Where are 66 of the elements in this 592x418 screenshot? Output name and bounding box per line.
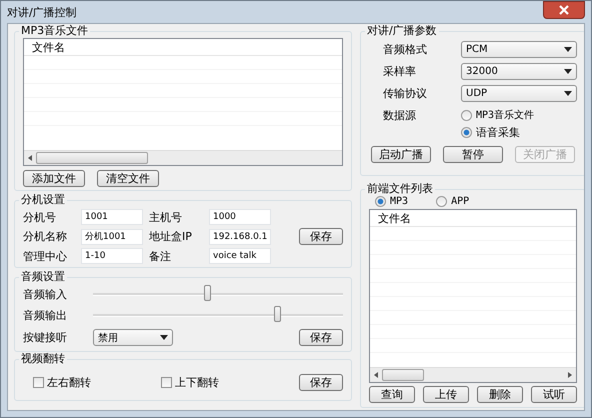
text-field[interactable]: 1001 [81, 209, 143, 225]
scroll-right-icon[interactable] [568, 372, 572, 378]
text-field[interactable]: 1-10 [81, 248, 143, 264]
broadcast-button[interactable]: 暂停 [443, 146, 503, 163]
save-button[interactable]: 保存 [299, 228, 343, 245]
group-title: 分机设置 [20, 193, 66, 207]
list-button[interactable]: 添加文件 [23, 170, 85, 187]
dropdown[interactable]: UDP [461, 84, 577, 102]
field-label: 管理中心 [23, 248, 68, 264]
field-label: 传输协议 [383, 86, 428, 100]
close-icon [558, 5, 570, 15]
close-button[interactable] [543, 1, 585, 19]
group-title: 音频设置 [20, 270, 66, 284]
scroll-left-icon[interactable] [28, 155, 32, 161]
group-title: 对讲/广播参数 [366, 24, 438, 38]
radio-button[interactable]: MP3 [375, 196, 408, 207]
file-list[interactable]: 文件名 [23, 38, 343, 166]
file-button[interactable]: 查询 [369, 386, 415, 403]
field-label: 按键接听 [23, 330, 68, 345]
field-label: 采样率 [383, 64, 417, 78]
file-list[interactable]: 文件名 [369, 209, 577, 383]
text-field[interactable]: 192.168.0.1 [209, 228, 271, 244]
list-button[interactable]: 清空文件 [97, 170, 159, 187]
checkbox[interactable]: 左右翻转 [33, 374, 91, 390]
field-label: 地址盒IP [149, 229, 193, 244]
slider-label: 音频输出 [23, 308, 68, 323]
dropdown[interactable]: 禁用 [93, 329, 173, 346]
slider-label: 音频输入 [23, 287, 68, 302]
field-label: 分机名称 [23, 229, 68, 244]
file-button[interactable]: 删除 [477, 386, 523, 403]
caret-icon [564, 68, 572, 74]
group-title: 视频翻转 [20, 352, 66, 366]
field-label: 备注 [149, 248, 172, 264]
text-field[interactable]: voice talk [209, 248, 271, 264]
save-button[interactable]: 保存 [299, 374, 343, 390]
group-title: 前端文件列表 [366, 182, 434, 196]
slider-thumb[interactable] [274, 306, 281, 322]
checkbox[interactable]: 上下翻转 [161, 374, 219, 390]
dropdown[interactable]: 32000 [461, 62, 577, 80]
horizontal-scrollbar[interactable] [370, 367, 576, 382]
field-label: 主机号 [149, 210, 183, 224]
scroll-left-icon[interactable] [374, 372, 378, 378]
group-title: MP3音乐文件 [20, 24, 90, 38]
file-button[interactable]: 上传 [423, 386, 469, 403]
text-field[interactable]: 分机1001 [81, 228, 143, 244]
field-label: 数据源 [383, 108, 417, 123]
field-label: 音频格式 [383, 42, 428, 56]
horizontal-scrollbar[interactable] [24, 150, 342, 165]
caret-icon [564, 90, 572, 96]
scroll-thumb[interactable] [382, 369, 424, 381]
radio-button[interactable]: APP [436, 196, 470, 207]
caret-icon [564, 46, 572, 52]
file-button[interactable]: 试听 [531, 386, 577, 403]
scroll-thumb[interactable] [36, 152, 148, 164]
caret-icon [160, 335, 168, 340]
window-title: 对讲/广播控制 [7, 4, 78, 20]
text-field[interactable]: 1000 [209, 209, 271, 225]
column-header[interactable]: 文件名 [32, 40, 65, 54]
save-button[interactable]: 保存 [299, 329, 343, 346]
broadcast-button[interactable]: 启动广播 [371, 146, 431, 163]
field-label: 分机号 [23, 210, 57, 224]
radio-button[interactable]: 语音采集 [461, 125, 534, 140]
slider-thumb[interactable] [204, 285, 211, 301]
column-header[interactable]: 文件名 [378, 210, 411, 226]
radio-button[interactable]: MP3音乐文件 [461, 108, 534, 122]
dropdown[interactable]: PCM [461, 40, 577, 58]
